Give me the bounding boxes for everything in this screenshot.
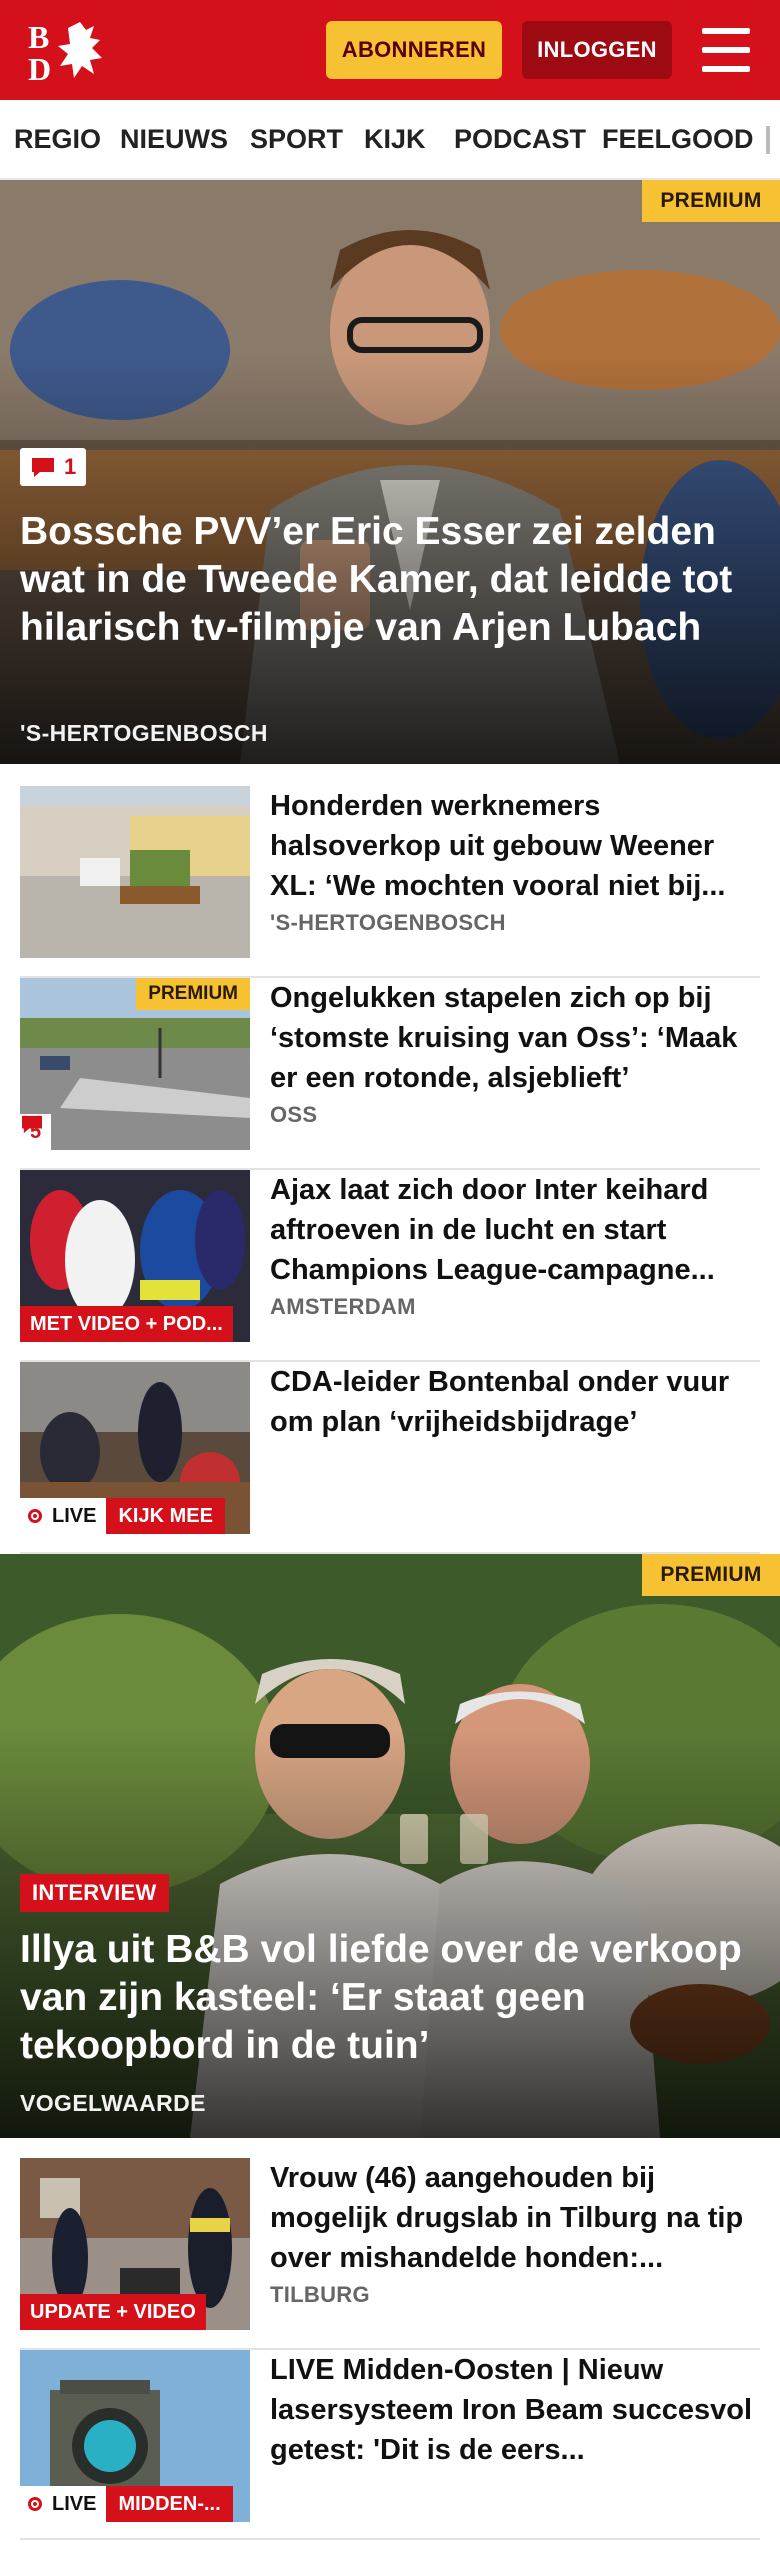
live-label: LIVE xyxy=(52,1504,97,1527)
list-item[interactable]: LIVE MIDDEN-... LIVE Midden-Oosten | Nie… xyxy=(20,2350,760,2540)
hero-title[interactable]: Bossche PVV’er Eric Esser zei zelden wat… xyxy=(20,508,760,652)
top-bar: B D ABONNEREN INLOGGEN xyxy=(0,0,780,100)
hero-article-2[interactable]: PREMIUM INTERVIEW Illya uit B&B vol lief… xyxy=(0,1554,780,2138)
hero-article-1[interactable]: PREMIUM 1 Bossche PVV’er Eric Esser zei … xyxy=(0,180,780,764)
hero-location: 'S-HERTOGENBOSCH xyxy=(20,720,268,746)
article-location: OSS xyxy=(270,1102,318,1127)
live-indicator: LIVE xyxy=(20,1498,107,1534)
nav-item-podcast[interactable]: PODCAST xyxy=(454,124,586,155)
live-badge[interactable]: LIVE KIJK MEE xyxy=(20,1498,225,1534)
live-dot-icon xyxy=(28,2497,42,2511)
video-podcast-tag: MET VIDEO + POD... xyxy=(20,1306,233,1342)
list-item[interactable]: UPDATE + VIDEO Vrouw (46) aangehouden bi… xyxy=(20,2158,760,2350)
comment-count: 1 xyxy=(64,454,77,479)
article-thumbnail: MET VIDEO + POD... xyxy=(20,1170,250,1342)
premium-badge: PREMIUM xyxy=(136,978,250,1010)
nav-overflow-indicator xyxy=(766,126,770,154)
watch-live-button[interactable]: KIJK MEE xyxy=(106,1498,225,1534)
article-title[interactable]: Ongelukken stapelen zich op bij ‘stomste… xyxy=(270,978,760,1098)
live-dot-icon xyxy=(28,1509,42,1523)
premium-badge: PREMIUM xyxy=(642,1554,780,1596)
login-button[interactable]: INLOGGEN xyxy=(522,21,672,79)
comment-icon xyxy=(22,1115,42,1134)
article-title[interactable]: Vrouw (46) aangehouden bij mogelijk drug… xyxy=(270,2158,760,2278)
menu-icon[interactable] xyxy=(702,28,750,72)
article-thumbnail: PREMIUM 5 xyxy=(20,978,250,1150)
update-video-tag: UPDATE + VIDEO xyxy=(20,2294,206,2330)
list-item[interactable]: PREMIUM 5 Ongelukken stapelen zich op bi… xyxy=(20,978,760,1170)
hero-title[interactable]: Illya uit B&B vol liefde over de verkoop… xyxy=(20,1926,760,2070)
article-title[interactable]: Honderden werknemers halsoverkop uit geb… xyxy=(270,786,760,906)
article-title[interactable]: LIVE Midden-Oosten | Nieuw lasersysteem … xyxy=(270,2350,760,2470)
nav-item-regio[interactable]: REGIO xyxy=(14,124,101,155)
premium-badge: PREMIUM xyxy=(642,180,780,222)
bd-logo[interactable]: B D xyxy=(28,18,118,87)
article-thumbnail: LIVE MIDDEN-... xyxy=(20,2350,250,2522)
list-item[interactable]: Honderden werknemers halsoverkop uit geb… xyxy=(20,786,760,978)
nav-item-feelgood[interactable]: FEELGOOD xyxy=(602,124,754,155)
live-label: LIVE xyxy=(52,2492,97,2515)
article-title[interactable]: Ajax laat zich door Inter keihard aftroe… xyxy=(270,1170,760,1290)
middle-east-live-button[interactable]: MIDDEN-... xyxy=(106,2486,233,2522)
section-nav: REGIO NIEUWS SPORT KIJK PODCAST FEELGOOD xyxy=(0,100,780,180)
article-thumbnail: UPDATE + VIDEO xyxy=(20,2158,250,2330)
nav-item-nieuws[interactable]: NIEUWS xyxy=(120,124,228,155)
comment-count-badge[interactable]: 1 xyxy=(20,448,87,486)
article-location: AMSTERDAM xyxy=(270,1294,416,1319)
hero-location: VOGELWAARDE xyxy=(20,2090,206,2116)
list-item[interactable]: MET VIDEO + POD... Ajax laat zich door I… xyxy=(20,1170,760,1362)
subscribe-button[interactable]: ABONNEREN xyxy=(326,21,502,79)
article-location: 'S-HERTOGENBOSCH xyxy=(270,910,506,935)
comment-count-badge[interactable]: 5 xyxy=(20,1114,52,1150)
article-location: TILBURG xyxy=(270,2282,370,2307)
article-title[interactable]: CDA-leider Bontenbal onder vuur om plan … xyxy=(270,1362,760,1442)
nav-item-kijk[interactable]: KIJK xyxy=(364,124,426,155)
interview-tag: INTERVIEW xyxy=(20,1874,169,1912)
article-thumbnail xyxy=(20,786,250,958)
list-item[interactable]: LIVE KIJK MEE CDA-leider Bontenbal onder… xyxy=(20,1362,760,1554)
svg-text:D: D xyxy=(28,51,51,84)
comment-icon xyxy=(32,458,54,477)
live-indicator: LIVE xyxy=(20,2486,107,2522)
article-thumbnail: LIVE KIJK MEE xyxy=(20,1362,250,1534)
svg-text:B: B xyxy=(28,19,49,55)
live-badge[interactable]: LIVE MIDDEN-... xyxy=(20,2486,233,2522)
nav-item-sport[interactable]: SPORT xyxy=(250,124,343,155)
